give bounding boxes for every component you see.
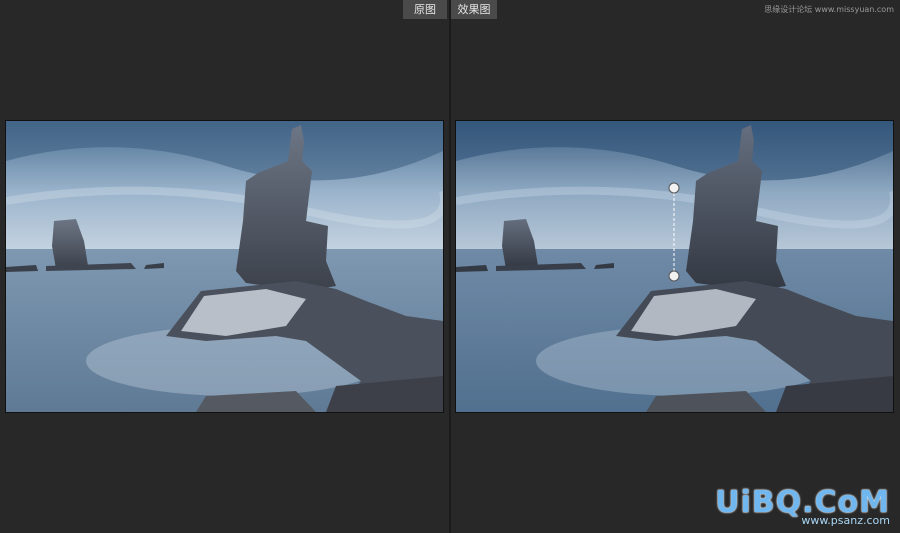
gradient-start-handle-icon[interactable] (668, 182, 680, 194)
watermark-bottom: UiBQ.CoM www.psanz.com (715, 485, 890, 527)
gradient-handle-overlay (668, 182, 680, 282)
gradient-end-handle-icon[interactable] (668, 270, 680, 282)
